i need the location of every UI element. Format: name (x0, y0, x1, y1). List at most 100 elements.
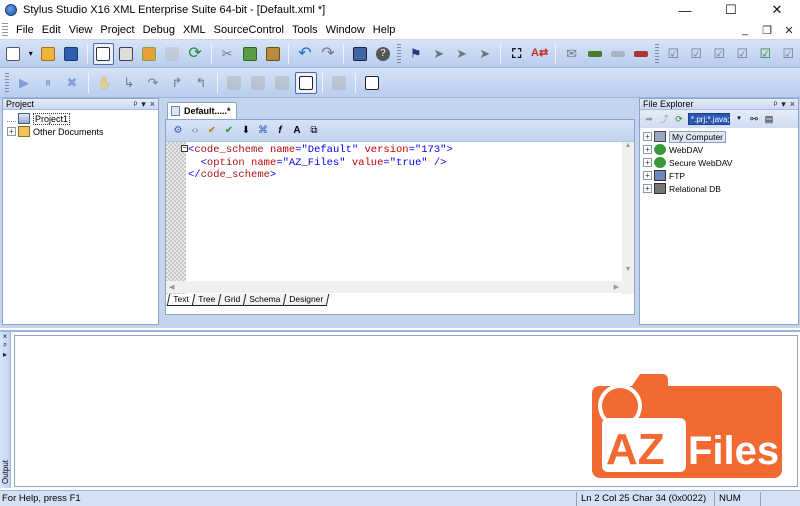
step-into-icon[interactable]: ↳ (118, 72, 140, 94)
profiler-icon[interactable] (328, 72, 350, 94)
hand-icon[interactable]: ✋ (94, 72, 116, 94)
scroll-left-icon[interactable]: ◀ (169, 283, 174, 291)
scroll-right-icon[interactable]: ▶ (614, 283, 619, 291)
step-over-icon[interactable]: ↷ (142, 72, 164, 94)
arrange-icon[interactable] (162, 43, 183, 65)
binoculars-icon[interactable]: ⚯ (748, 113, 760, 125)
check-wellformed-icon[interactable]: ☑ (755, 43, 776, 65)
tree-item-ftp[interactable]: + FTP (643, 169, 798, 182)
schema-icon[interactable]: ⌘ (255, 124, 271, 138)
document-tab[interactable]: Default.....* (167, 102, 237, 119)
tree-item-secure-webdav[interactable]: + Secure WebDAV (643, 156, 798, 169)
menu-xml[interactable]: XML (179, 24, 210, 36)
help-icon[interactable]: ? (372, 43, 393, 65)
expand-icon[interactable]: + (643, 158, 652, 167)
minimize-button[interactable]: — (662, 0, 708, 20)
expand-icon[interactable]: + (7, 127, 16, 136)
toolbar-grip[interactable] (5, 72, 9, 93)
format-icon[interactable] (630, 43, 651, 65)
tab-text[interactable]: Text (166, 294, 195, 306)
tab-grid[interactable]: Grid (217, 294, 247, 306)
tree-item-webdav[interactable]: + WebDAV (643, 143, 798, 156)
comment-icon[interactable]: ✉ (561, 43, 582, 65)
flag-icon[interactable]: ⚑ (405, 43, 426, 65)
panel-menu-icon[interactable]: ▾ (781, 99, 786, 110)
filter-dropdown-icon[interactable]: ▾ (733, 113, 745, 125)
tab-schema[interactable]: Schema (242, 294, 287, 306)
tree-item-project1[interactable]: Project1 (7, 112, 158, 125)
outdent-icon[interactable] (607, 43, 628, 65)
window-layout-icon[interactable] (92, 42, 114, 65)
nav-forward-icon[interactable]: ➤ (451, 43, 472, 65)
validate-check-icon[interactable]: ✔ (204, 124, 220, 138)
tab-tree[interactable]: Tree (191, 294, 222, 306)
function-icon[interactable]: f (272, 124, 288, 138)
tree-item-my-computer[interactable]: + My Computer (643, 130, 798, 143)
scroll-up-icon[interactable]: ▲ (622, 142, 634, 154)
menu-view[interactable]: View (65, 24, 97, 36)
panel-close-icon[interactable]: × (790, 99, 795, 110)
up-folder-icon[interactable]: ⤴ (658, 113, 670, 125)
paste-icon[interactable] (262, 43, 283, 65)
replace-icon[interactable]: A⇄ (529, 43, 550, 65)
code-area[interactable]: <code_scheme name="Default" version="173… (188, 144, 453, 182)
menu-sourcecontrol[interactable]: SourceControl (210, 24, 288, 36)
expand-icon[interactable]: + (643, 145, 652, 154)
pin-icon[interactable]: ᵖ (774, 99, 777, 110)
panel-menu-icon[interactable]: ▾ (141, 99, 146, 110)
panel-close-icon[interactable]: × (150, 99, 155, 110)
tab-designer[interactable]: Designer (282, 294, 330, 306)
back-icon[interactable]: ➡ (643, 113, 655, 125)
validate-dtd-icon[interactable]: ☑ (709, 43, 730, 65)
pin-icon[interactable]: ᵖ (134, 99, 137, 110)
menu-grip[interactable] (2, 22, 8, 37)
cascade-icon[interactable] (116, 43, 137, 65)
nav-back-icon[interactable]: ➤ (428, 43, 449, 65)
open-folder-icon[interactable] (38, 43, 59, 65)
tile-icon[interactable] (139, 43, 160, 65)
output-pin-icon[interactable]: ᵖ (0, 341, 10, 350)
expand-icon[interactable]: + (643, 132, 652, 141)
output-close-icon[interactable]: × (0, 332, 10, 341)
print-icon[interactable] (349, 43, 370, 65)
tree-item-other-documents[interactable]: + Other Documents (7, 125, 158, 138)
open-dropdown-icon[interactable]: ▾ (26, 43, 36, 65)
refresh-icon[interactable]: ⟳ (673, 113, 685, 125)
stop-icon[interactable]: ✖ (61, 72, 83, 94)
toolbar-grip[interactable] (397, 43, 402, 64)
copy-icon[interactable] (240, 43, 261, 65)
undo-icon[interactable]: ↶ (294, 43, 315, 65)
fold-icon[interactable]: − (181, 145, 188, 152)
export-icon[interactable] (361, 72, 383, 94)
toolbar-grip[interactable] (655, 43, 659, 64)
tree-item-relational-db[interactable]: + Relational DB (643, 182, 798, 195)
bookmark-icon[interactable]: ⧉ (306, 124, 322, 138)
call-stack-icon[interactable] (271, 72, 293, 94)
mdi-close-button[interactable]: ✕ (782, 24, 796, 37)
menu-window[interactable]: Window (322, 24, 369, 36)
nav-next-icon[interactable]: ➤ (474, 43, 495, 65)
dropdown-icon[interactable]: ⬇ (238, 124, 254, 138)
indent-icon[interactable] (584, 43, 605, 65)
tree-view-icon[interactable]: ⚙ (170, 124, 186, 138)
scroll-down-icon[interactable]: ▼ (622, 266, 634, 278)
close-button[interactable]: ✕ (754, 0, 800, 20)
mdi-restore-button[interactable]: ❐ (760, 24, 774, 37)
validate-xsd-icon[interactable]: ☑ (778, 43, 799, 65)
step-out-icon[interactable]: ↱ (166, 72, 188, 94)
menu-file[interactable]: File (12, 24, 38, 36)
cut-icon[interactable]: ✂ (217, 43, 238, 65)
file-filter-select[interactable]: *.prj;*.java;* (688, 113, 733, 125)
menu-tools[interactable]: Tools (288, 24, 322, 36)
output-menu-icon[interactable]: ▸ (0, 350, 10, 359)
expand-icon[interactable]: + (643, 171, 652, 180)
menu-debug[interactable]: Debug (139, 24, 179, 36)
step-back-icon[interactable]: ↰ (190, 72, 212, 94)
new-file-icon[interactable] (3, 43, 24, 65)
redo-icon[interactable]: ↷ (317, 43, 338, 65)
watch-icon[interactable] (223, 72, 245, 94)
properties-icon[interactable]: ▤ (763, 113, 775, 125)
wellformed-check-icon[interactable]: ✔ (221, 124, 237, 138)
horizontal-scrollbar[interactable]: ◀ ▶ (166, 281, 622, 293)
expand-icon[interactable]: + (643, 184, 652, 193)
